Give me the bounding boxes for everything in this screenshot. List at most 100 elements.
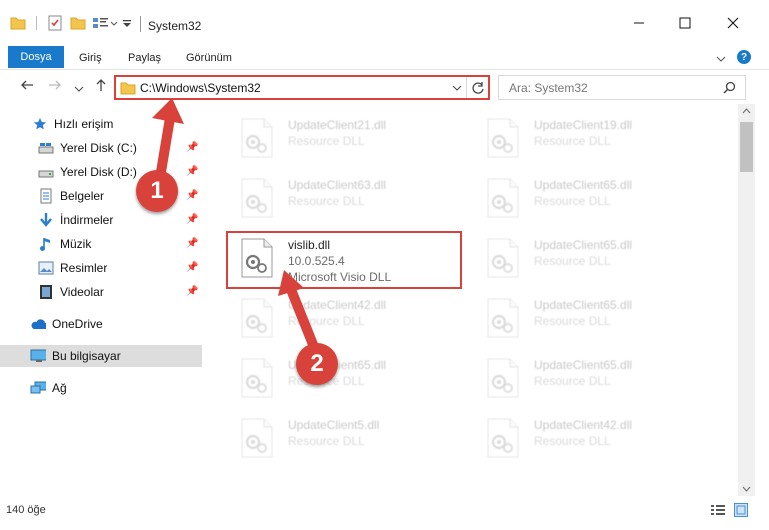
properties-icon[interactable] xyxy=(48,14,62,32)
file-description: Resource DLL xyxy=(288,434,365,448)
cloud-icon xyxy=(30,316,46,332)
forward-button[interactable] xyxy=(48,78,62,95)
file-description: Resource DLL xyxy=(288,134,365,148)
view-options-icon[interactable] xyxy=(92,14,118,32)
tab-home[interactable]: Giriş xyxy=(79,52,102,64)
file-item[interactable]: UpdateClient42.dll Resource DLL xyxy=(226,288,466,346)
minimize-button[interactable] xyxy=(616,8,662,38)
address-path: C:\Windows\System32 xyxy=(140,81,261,95)
sidebar-item-label: Resimler xyxy=(60,261,108,275)
file-name: UpdateClient42.dll xyxy=(288,298,387,312)
title-separator xyxy=(140,16,141,32)
callout-badge-1: 1 xyxy=(136,170,178,212)
sidebar-item-label: Videolar xyxy=(60,285,104,299)
minimize-icon xyxy=(634,22,644,24)
navigation-pane: Hızlı erişim Yerel Disk (C:) 📌 Yerel Dis… xyxy=(0,104,203,496)
pin-icon[interactable]: 📌 xyxy=(186,142,198,156)
star-icon xyxy=(32,116,48,132)
sidebar-item-label: Yerel Disk (D:) xyxy=(60,165,137,179)
sidebar-item-label: Belgeler xyxy=(60,189,105,203)
file-item[interactable]: UpdateClient5.dll Resource DLL xyxy=(226,408,466,466)
scroll-up-icon[interactable] xyxy=(742,108,751,114)
pin-icon[interactable]: 📌 xyxy=(186,286,198,300)
tab-view[interactable]: Görünüm xyxy=(186,52,232,64)
file-description: Resource DLL xyxy=(534,434,611,448)
file-name: UpdateClient65.dll xyxy=(534,178,633,192)
documents-icon xyxy=(38,188,54,204)
back-button[interactable] xyxy=(20,78,34,95)
large-icons-view-icon[interactable] xyxy=(734,503,748,517)
file-item[interactable]: UpdateClient65.dllResource DLL xyxy=(226,348,466,406)
sidebar-item-label: Müzik xyxy=(60,237,92,251)
file-item[interactable]: UpdateClient65.dllResource DLL xyxy=(472,348,712,406)
file-item[interactable]: UpdateClient65.dllResource DLL xyxy=(472,288,712,346)
new-folder-icon[interactable] xyxy=(70,14,86,32)
tab-file[interactable]: Dosya xyxy=(8,46,64,68)
file-item[interactable]: UpdateClient65.dllResource DLL xyxy=(472,228,712,286)
close-button[interactable] xyxy=(710,8,756,38)
file-description: Resource DLL xyxy=(534,134,611,148)
dll-file-icon xyxy=(240,118,274,158)
forward-arrow-icon xyxy=(49,80,61,90)
dll-file-icon xyxy=(240,418,274,458)
file-description: Resource DLL xyxy=(534,374,611,388)
folder-icon xyxy=(10,14,26,32)
sidebar-item-label: İndirmeler xyxy=(60,213,114,227)
up-button[interactable] xyxy=(94,78,108,95)
pin-icon[interactable]: 📌 xyxy=(186,166,198,180)
address-bar[interactable]: C:\Windows\System32 xyxy=(114,75,490,100)
sidebar-item-label: Bu bilgisayar xyxy=(52,349,121,363)
details-view-icon[interactable] xyxy=(710,504,726,516)
pin-icon[interactable]: 📌 xyxy=(186,214,198,228)
file-name: UpdateClient63.dll xyxy=(288,178,387,192)
expand-ribbon-icon[interactable] xyxy=(716,52,726,66)
window-title: System32 xyxy=(148,19,202,33)
help-icon[interactable]: ? xyxy=(737,50,751,64)
file-name: UpdateClient65.dll xyxy=(534,298,633,312)
file-name: UpdateClient65.dll xyxy=(534,238,633,252)
sidebar-item-quick-access[interactable]: Hızlı erişim xyxy=(32,113,210,135)
pin-icon[interactable]: 📌 xyxy=(186,190,198,204)
sidebar-item-onedrive[interactable]: OneDrive xyxy=(30,313,208,335)
file-item[interactable]: UpdateClient21.dll Resource DLL xyxy=(226,108,466,166)
sidebar-item-this-pc[interactable]: Bu bilgisayar xyxy=(0,345,202,367)
dll-file-icon xyxy=(486,358,520,398)
scrollbar-thumb[interactable] xyxy=(740,122,753,172)
dll-file-icon xyxy=(486,418,520,458)
file-explorer-window: System32 Dosya Giriş Paylaş Görünüm ? C:… xyxy=(0,0,769,530)
item-count: 140 öğe xyxy=(6,504,46,516)
recent-locations-button[interactable] xyxy=(74,80,84,96)
dll-file-icon xyxy=(486,298,520,338)
dll-file-icon xyxy=(240,358,274,398)
sidebar-item-network[interactable]: Ağ xyxy=(30,377,208,399)
search-placeholder: Ara: System32 xyxy=(509,81,588,95)
scroll-down-icon[interactable] xyxy=(742,486,751,492)
customize-toolbar-icon[interactable] xyxy=(122,14,132,32)
sidebar-item-label: Ağ xyxy=(52,381,67,395)
file-list: UpdateClient21.dll Resource DLL UpdateClie… xyxy=(214,104,738,496)
maximize-icon xyxy=(679,17,691,29)
search-icon xyxy=(723,81,736,94)
refresh-icon[interactable] xyxy=(471,81,485,95)
file-name: UpdateClient5.dll xyxy=(288,418,380,432)
file-item[interactable]: UpdateClient63.dll Resource DLL xyxy=(226,168,466,226)
file-item[interactable]: UpdateClient42.dll Resource DLL xyxy=(472,408,712,466)
drive-icon xyxy=(38,164,54,180)
search-input[interactable]: Ara: System32 xyxy=(498,75,746,100)
sidebar-item-label: Hızlı erişim xyxy=(54,117,114,131)
file-item[interactable]: UpdateClient65.dllResource DLL xyxy=(472,168,712,226)
vertical-scrollbar[interactable] xyxy=(738,104,755,496)
sidebar-item-label: OneDrive xyxy=(52,317,103,331)
pin-icon[interactable]: 📌 xyxy=(186,238,198,252)
file-name: UpdateClient19.dll xyxy=(534,118,633,132)
address-separator xyxy=(466,77,467,98)
tab-share[interactable]: Paylaş xyxy=(128,52,161,64)
maximize-button[interactable] xyxy=(662,8,708,38)
close-icon xyxy=(727,17,739,29)
pin-icon[interactable]: 📌 xyxy=(186,262,198,276)
chevron-down-icon[interactable] xyxy=(452,84,462,92)
file-name: UpdateClient42.dll xyxy=(534,418,633,432)
pictures-icon xyxy=(38,260,54,276)
file-highlight-box xyxy=(226,231,462,289)
file-item[interactable]: UpdateClient19.dll Resource DLL xyxy=(472,108,712,166)
